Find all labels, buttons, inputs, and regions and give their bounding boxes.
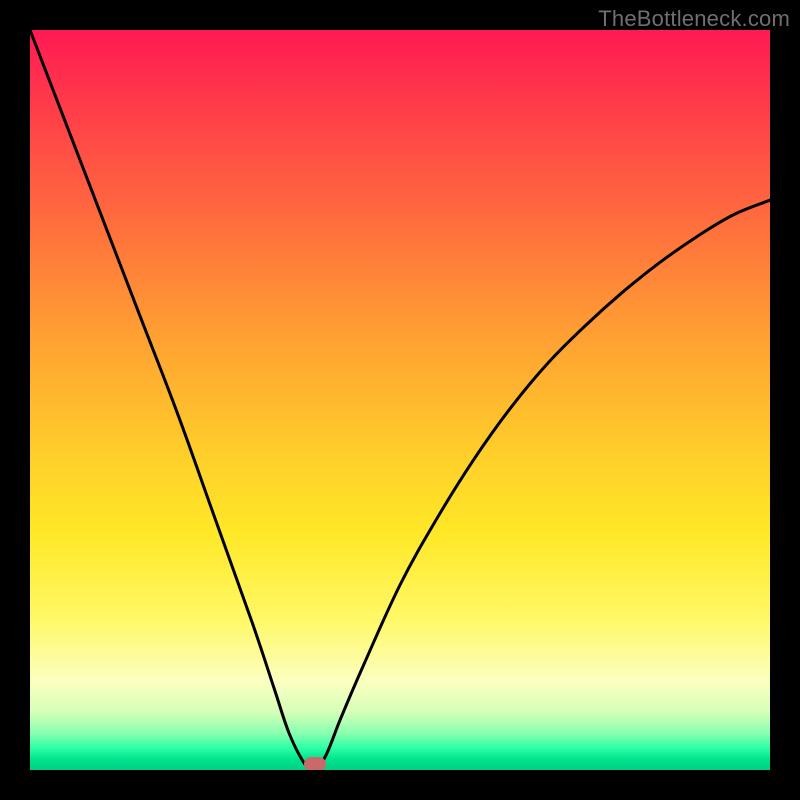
chart-frame: TheBottleneck.com — [0, 0, 800, 800]
bottleneck-curve — [30, 30, 770, 770]
watermark-text: TheBottleneck.com — [598, 6, 790, 32]
plot-area — [30, 30, 770, 770]
optimal-marker — [304, 757, 326, 770]
curve-svg — [30, 30, 770, 770]
